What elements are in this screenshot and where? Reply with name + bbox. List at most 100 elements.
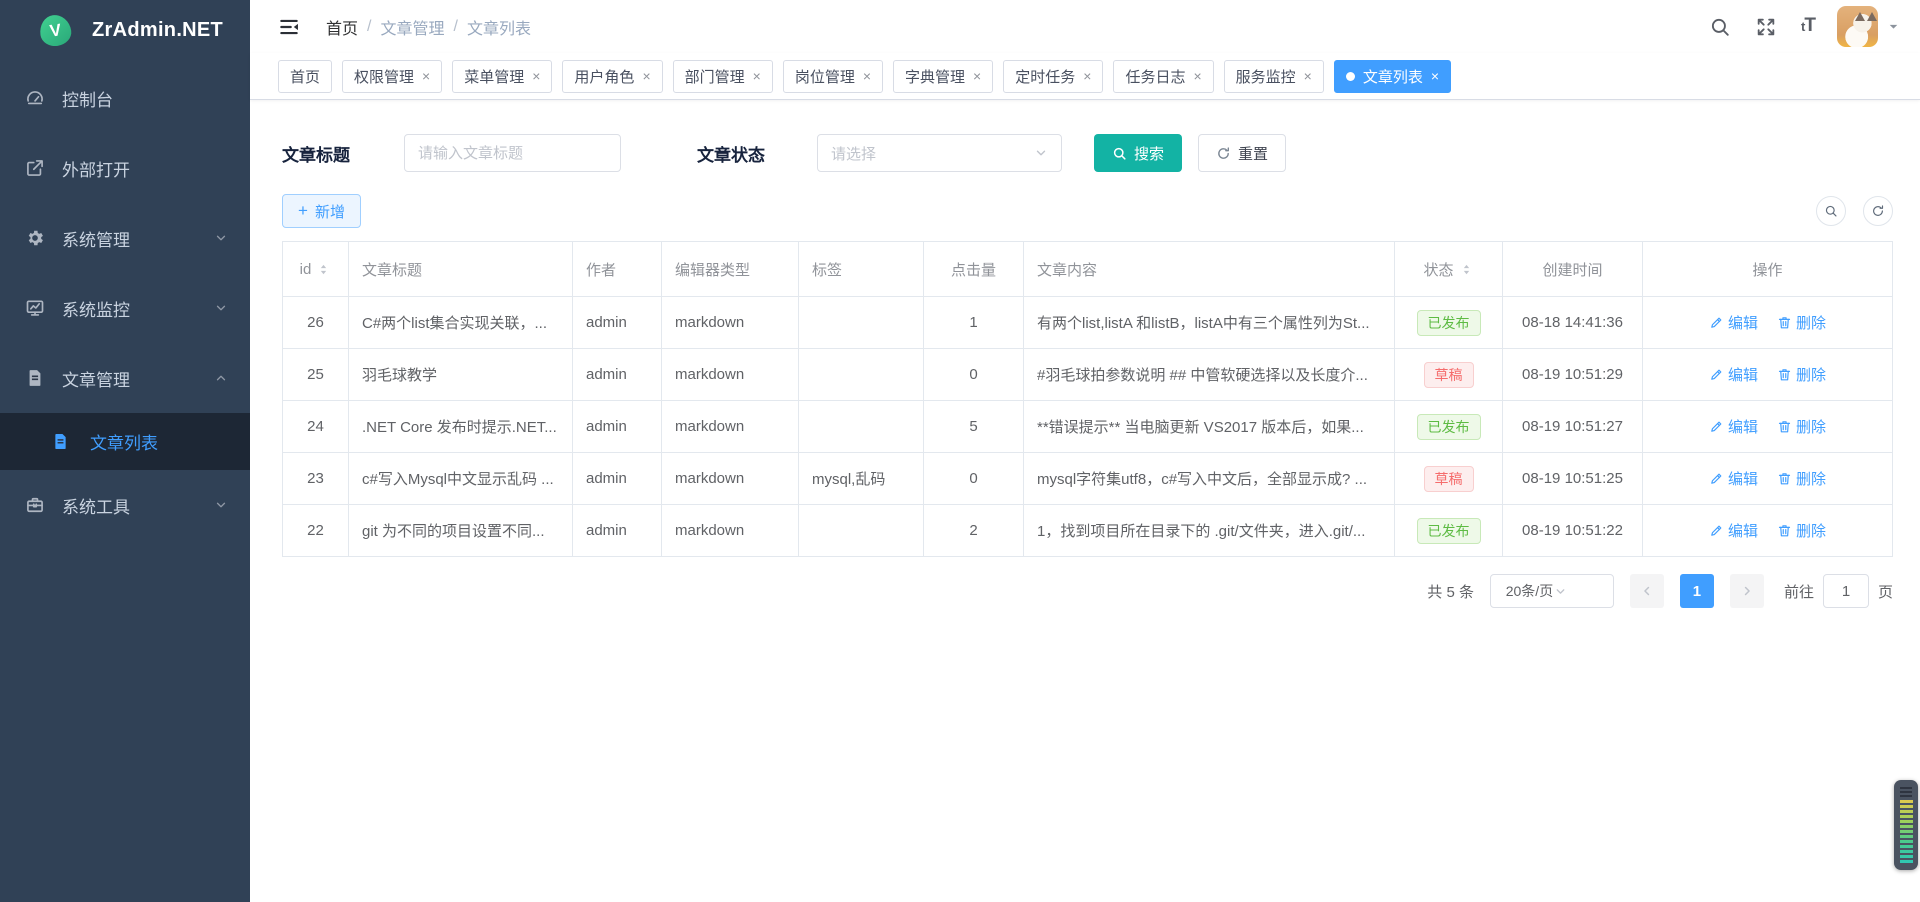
breadcrumb-item[interactable]: 文章列表 bbox=[467, 15, 531, 39]
sidebar-collapse-icon[interactable] bbox=[278, 16, 300, 38]
active-tab-dot bbox=[1346, 72, 1355, 81]
tab-dept[interactable]: 部门管理 × bbox=[673, 60, 773, 93]
status-filter-select[interactable]: 请选择 bbox=[817, 134, 1062, 172]
sidebar-item-external-open[interactable]: 外部打开 bbox=[0, 133, 250, 203]
cell-title: .NET Core 发布时提示.NET... bbox=[349, 401, 573, 453]
goto-page-input[interactable] bbox=[1823, 574, 1869, 608]
close-icon[interactable]: × bbox=[1193, 69, 1201, 83]
cell-actions: 编辑 删除 bbox=[1643, 297, 1893, 349]
logo-icon: V bbox=[38, 12, 73, 47]
prev-page-button[interactable] bbox=[1630, 574, 1664, 608]
cell-title: C#两个list集合实现关联，... bbox=[349, 297, 573, 349]
column-header-content: 文章内容 bbox=[1024, 242, 1395, 297]
sidebar-item-article-list[interactable]: 文章列表 bbox=[0, 413, 250, 470]
tab-cron[interactable]: 定时任务 × bbox=[1003, 60, 1103, 93]
tab-article-list[interactable]: 文章列表 × bbox=[1334, 60, 1451, 93]
close-icon[interactable]: × bbox=[1431, 69, 1439, 83]
pencil-icon bbox=[1709, 419, 1724, 434]
cell-created: 08-19 10:51:25 bbox=[1503, 453, 1643, 505]
breadcrumb-item[interactable]: 首页 bbox=[326, 15, 358, 39]
chevron-down-icon bbox=[1554, 585, 1603, 598]
sort-caret-icon[interactable] bbox=[1459, 262, 1474, 277]
column-label: 文章标题 bbox=[362, 259, 422, 280]
close-icon[interactable]: × bbox=[1083, 69, 1091, 83]
cell-status: 已发布 bbox=[1395, 297, 1503, 349]
edit-label: 编辑 bbox=[1728, 416, 1758, 437]
pagination: 共 5 条 20条/页 1 前往 页 bbox=[282, 574, 1893, 608]
delete-button[interactable]: 删除 bbox=[1777, 416, 1826, 437]
table-tools bbox=[1816, 196, 1893, 226]
delete-button[interactable]: 删除 bbox=[1777, 468, 1826, 489]
font-size-icon[interactable]: tT bbox=[1801, 15, 1815, 38]
show-search-toggle-icon[interactable] bbox=[1816, 196, 1846, 226]
edit-button[interactable]: 编辑 bbox=[1709, 312, 1758, 333]
cell-status: 草稿 bbox=[1395, 349, 1503, 401]
close-icon[interactable]: × bbox=[1304, 69, 1312, 83]
tab-label: 任务日志 bbox=[1125, 66, 1185, 87]
sort-caret-icon[interactable] bbox=[316, 262, 331, 277]
column-header-id[interactable]: id bbox=[283, 242, 349, 297]
page-number-button[interactable]: 1 bbox=[1680, 574, 1714, 608]
status-badge: 已发布 bbox=[1417, 310, 1481, 336]
chevron-down-icon[interactable] bbox=[1887, 20, 1900, 33]
add-button[interactable]: + 新增 bbox=[282, 194, 361, 228]
cell-editor: markdown bbox=[662, 349, 799, 401]
close-icon[interactable]: × bbox=[642, 69, 650, 83]
close-icon[interactable]: × bbox=[973, 69, 981, 83]
cell-hits: 1 bbox=[924, 297, 1024, 349]
edit-button[interactable]: 编辑 bbox=[1709, 416, 1758, 437]
chevron-down-icon bbox=[1034, 146, 1048, 160]
delete-button[interactable]: 删除 bbox=[1777, 520, 1826, 541]
corner-widget[interactable] bbox=[1894, 780, 1918, 870]
cell-actions: 编辑 删除 bbox=[1643, 349, 1893, 401]
avatar[interactable] bbox=[1837, 6, 1878, 47]
edit-label: 编辑 bbox=[1728, 364, 1758, 385]
title-filter-input[interactable] bbox=[404, 134, 621, 172]
refresh-table-icon[interactable] bbox=[1863, 196, 1893, 226]
close-icon[interactable]: × bbox=[422, 69, 430, 83]
tab-user-role[interactable]: 用户角色 × bbox=[562, 60, 662, 93]
column-label: 状态 bbox=[1423, 259, 1453, 280]
tab-perm[interactable]: 权限管理 × bbox=[342, 60, 442, 93]
next-page-button[interactable] bbox=[1730, 574, 1764, 608]
column-header-status[interactable]: 状态 bbox=[1395, 242, 1503, 297]
corner-widget-gradient-bar bbox=[1900, 800, 1913, 863]
content: 文章标题 文章状态 请选择 搜索 重置 bbox=[250, 100, 1920, 902]
delete-button[interactable]: 删除 bbox=[1777, 364, 1826, 385]
pencil-icon bbox=[1709, 471, 1724, 486]
edit-button[interactable]: 编辑 bbox=[1709, 520, 1758, 541]
sidebar-item-label: 控制台 bbox=[62, 86, 228, 111]
sidebar: V ZrAdmin.NET 控制台 外部打开 系统管理 系统监控 文章管理 文章… bbox=[0, 0, 250, 902]
tab-home[interactable]: 首页 bbox=[278, 60, 332, 93]
close-icon[interactable]: × bbox=[753, 69, 761, 83]
logo[interactable]: V ZrAdmin.NET bbox=[0, 0, 250, 60]
tab-dict[interactable]: 字典管理 × bbox=[893, 60, 993, 93]
tab-menu[interactable]: 菜单管理 × bbox=[452, 60, 552, 93]
delete-button[interactable]: 删除 bbox=[1777, 312, 1826, 333]
sidebar-item-system-monitor[interactable]: 系统监控 bbox=[0, 273, 250, 343]
status-badge: 草稿 bbox=[1424, 466, 1474, 492]
cell-author: admin bbox=[573, 505, 662, 557]
edit-button[interactable]: 编辑 bbox=[1709, 364, 1758, 385]
close-icon[interactable]: × bbox=[532, 69, 540, 83]
search-button[interactable]: 搜索 bbox=[1094, 134, 1182, 172]
cell-author: admin bbox=[573, 453, 662, 505]
sidebar-item-system-tools[interactable]: 系统工具 bbox=[0, 470, 250, 540]
sidebar-item-console[interactable]: 控制台 bbox=[0, 63, 250, 133]
fullscreen-icon[interactable] bbox=[1755, 16, 1777, 38]
tab-job-log[interactable]: 任务日志 × bbox=[1113, 60, 1213, 93]
cell-content: mysql字符集utf8，c#写入中文后，全部显示成? ... bbox=[1024, 453, 1395, 505]
document-icon bbox=[51, 432, 70, 451]
page-size-select[interactable]: 20条/页 bbox=[1490, 574, 1614, 608]
cell-tags bbox=[799, 297, 924, 349]
tab-post[interactable]: 岗位管理 × bbox=[783, 60, 883, 93]
close-icon[interactable]: × bbox=[863, 69, 871, 83]
sidebar-item-system-admin[interactable]: 系统管理 bbox=[0, 203, 250, 273]
search-icon[interactable] bbox=[1709, 16, 1731, 38]
tab-service-monitor[interactable]: 服务监控 × bbox=[1224, 60, 1324, 93]
cell-content: 1，找到项目所在目录下的 .git/文件夹，进入.git/... bbox=[1024, 505, 1395, 557]
edit-button[interactable]: 编辑 bbox=[1709, 468, 1758, 489]
sidebar-item-article-admin[interactable]: 文章管理 bbox=[0, 343, 250, 413]
reset-button[interactable]: 重置 bbox=[1198, 134, 1286, 172]
breadcrumb-item[interactable]: 文章管理 bbox=[380, 15, 444, 39]
